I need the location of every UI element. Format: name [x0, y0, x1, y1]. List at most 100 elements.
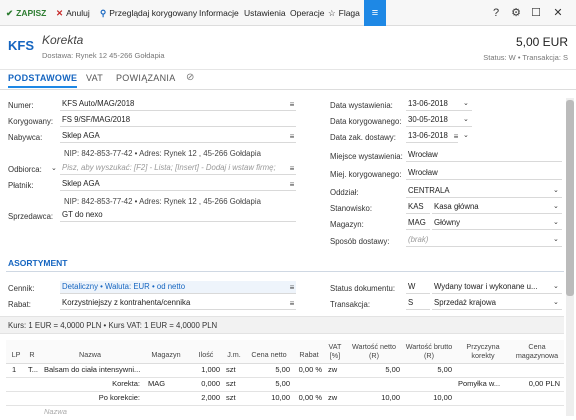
cell-lp: 1: [12, 365, 17, 374]
list-icon[interactable]: ≡: [286, 131, 298, 142]
korygowany-label: Korygowany:: [8, 117, 54, 126]
hamburger-icon: ≡: [371, 7, 379, 19]
transakcja-code[interactable]: S: [406, 297, 430, 310]
cell-przyczyna: Pomyłka w...: [458, 379, 501, 388]
gear-icon: ⚙: [511, 7, 521, 19]
save-button[interactable]: ✔ ZAPISZ: [6, 0, 46, 26]
col-cena-mag[interactable]: Cena magazynowa: [512, 342, 562, 360]
asortyment-section-title: ASORTYMENT: [8, 258, 68, 268]
sposob-label: Sposób dostawy:: [330, 237, 390, 246]
chevron-down-icon[interactable]: ⌄: [553, 218, 559, 226]
col-nazwa[interactable]: Nazwa: [40, 350, 140, 359]
status-select[interactable]: Wydany towar i wykonane u...: [432, 281, 562, 294]
miejsce-label: Miejsce wystawienia:: [330, 152, 403, 161]
sprzedawca-label: Sprzedawca:: [8, 212, 54, 221]
settings-menu[interactable]: Ustawienia: [244, 0, 286, 26]
chevron-down-icon[interactable]: ⌄: [553, 282, 559, 290]
cell-rabat: 0,00 %: [298, 393, 322, 402]
numer-field[interactable]: KFS Auto/MAG/2018: [60, 98, 296, 111]
list-icon[interactable]: ≡: [286, 282, 298, 293]
chevron-down-icon[interactable]: ⌄: [463, 131, 469, 139]
hamburger-menu-button[interactable]: ≡: [364, 0, 386, 26]
new-item-name-input[interactable]: Nazwa: [44, 406, 67, 418]
cell-ilosc: 2,000: [201, 393, 220, 402]
chevron-down-icon[interactable]: ⌄: [553, 235, 559, 243]
korygowany-field[interactable]: FS 9/SF/MAG/2018: [60, 114, 296, 127]
cennik-label: Cennik:: [8, 284, 35, 293]
rabat-label: Rabat:: [8, 300, 31, 309]
cell-ilosc: 0,000: [201, 379, 220, 388]
col-vat[interactable]: VAT [%]: [326, 342, 344, 360]
oddzial-select[interactable]: CENTRALA: [406, 185, 562, 198]
nabywca-field[interactable]: Sklep AGA: [60, 130, 296, 143]
cell-vat: zw: [328, 365, 338, 374]
stanowisko-code[interactable]: KAS: [406, 201, 430, 214]
browse-corrected-button[interactable]: ⚲ Przeglądaj korygowany: [100, 0, 197, 26]
chevron-down-icon[interactable]: ⌄: [553, 186, 559, 194]
maximize-button[interactable]: ☐: [526, 0, 546, 26]
chevron-down-icon[interactable]: ⌄: [553, 298, 559, 306]
page-title: Korekta: [42, 33, 84, 47]
cell-cena-netto: 5,00: [275, 379, 290, 388]
attachment-icon[interactable]: ⊘: [186, 72, 195, 83]
tab-podstawowe[interactable]: PODSTAWOWE: [8, 73, 78, 88]
col-przyczyna[interactable]: Przyczyna korekty: [456, 342, 510, 360]
chevron-down-icon[interactable]: ⌄: [463, 115, 469, 123]
list-icon[interactable]: ≡: [286, 163, 298, 174]
status-code[interactable]: W: [406, 281, 430, 294]
col-wartosc-netto[interactable]: Wartość netto (R): [346, 342, 402, 360]
close-window-button[interactable]: ✕: [548, 0, 568, 26]
cell-nazwa: Korekta:: [112, 379, 140, 388]
close-icon: ✕: [553, 7, 563, 19]
document-type-badge: KFS: [8, 38, 34, 53]
tab-vat[interactable]: VAT: [86, 73, 103, 83]
chevron-down-icon[interactable]: ⌄: [553, 202, 559, 210]
miejsce-field[interactable]: Wrocław: [406, 149, 562, 162]
col-lp[interactable]: LP: [8, 350, 24, 359]
sprzedawca-field[interactable]: GT do nexo: [60, 209, 296, 222]
list-icon[interactable]: ≡: [286, 298, 298, 309]
cancel-button[interactable]: ✕ Anuluj: [56, 0, 90, 26]
col-rabat[interactable]: Rabat: [294, 350, 324, 359]
scrollbar-thumb[interactable]: [566, 100, 574, 296]
miejsce-kor-field[interactable]: Wrocław: [406, 167, 562, 180]
magazyn-select[interactable]: Główny: [432, 217, 562, 230]
list-icon[interactable]: ≡: [450, 131, 462, 142]
col-cena-netto[interactable]: Cena netto: [246, 350, 292, 359]
cennik-field[interactable]: Detaliczny • Waluta: EUR • od netto: [60, 281, 296, 294]
chevron-down-icon[interactable]: ⌄: [463, 99, 469, 107]
cell-jm: szt: [226, 365, 236, 374]
sposob-select[interactable]: (brak): [406, 234, 562, 247]
help-button[interactable]: ?: [486, 0, 506, 26]
magazyn-code[interactable]: MAG: [406, 217, 430, 230]
stanowisko-select[interactable]: Kasa główna: [432, 201, 562, 214]
cell-vat: zw: [328, 393, 338, 402]
transakcja-select[interactable]: Sprzedaż krajowa: [432, 297, 562, 310]
tab-powiazania[interactable]: POWIĄZANIA: [116, 73, 176, 83]
col-r[interactable]: R: [26, 350, 38, 359]
platnik-field[interactable]: Sklep AGA: [60, 178, 296, 191]
flag-button[interactable]: ☆ Flaga: [328, 0, 360, 26]
info-menu[interactable]: Informacje: [199, 0, 239, 26]
toolbar: ✔ ZAPISZ ✕ Anuluj ⚲ Przeglądaj korygowany I…: [0, 0, 576, 26]
flag-label: Flaga: [338, 8, 360, 18]
chevron-down-icon[interactable]: ⌄: [51, 164, 57, 172]
rabat-field[interactable]: Korzystniejszy z kontrahenta/cennika: [60, 297, 296, 310]
settings-label: Ustawienia: [244, 8, 286, 18]
col-magazyn[interactable]: Magazyn: [144, 350, 188, 359]
col-ilosc[interactable]: Ilość: [190, 350, 222, 359]
cell-rabat: 0,00 %: [298, 365, 322, 374]
settings-button[interactable]: ⚙: [506, 0, 526, 26]
help-icon: ?: [492, 7, 500, 19]
data-zak-label: Data zak. dostawy:: [330, 133, 396, 142]
check-icon: ✔: [6, 8, 14, 18]
odbiorca-input[interactable]: Pisz, aby wyszukać: [F2] - Lista; [Inser…: [60, 162, 296, 175]
section-divider: [6, 271, 564, 272]
col-wartosc-brutto[interactable]: Wartość brutto (R): [404, 342, 454, 360]
list-icon[interactable]: ≡: [286, 179, 298, 190]
col-jm[interactable]: J.m.: [224, 350, 244, 359]
list-icon[interactable]: ≡: [286, 99, 298, 110]
nabywca-label: Nabywca:: [8, 133, 43, 142]
operations-menu[interactable]: Operacje: [290, 0, 325, 26]
cancel-label: Anuluj: [66, 8, 90, 18]
